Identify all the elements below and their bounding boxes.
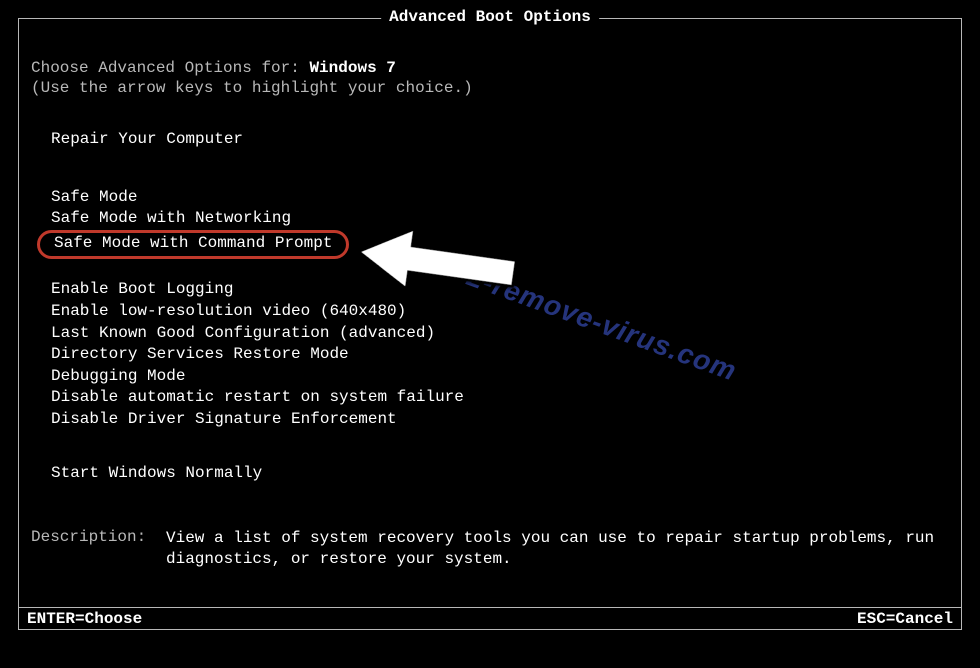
group-safemode: Safe Mode Safe Mode with Networking Safe…	[31, 187, 949, 260]
option-last-known-good[interactable]: Last Known Good Configuration (advanced)	[51, 323, 949, 345]
footer-bar: ENTER=Choose ESC=Cancel	[19, 607, 961, 630]
prompt-line: Choose Advanced Options for: Windows 7	[31, 59, 949, 77]
option-boot-logging[interactable]: Enable Boot Logging	[51, 279, 949, 301]
option-safe-mode-cmd[interactable]: Safe Mode with Command Prompt	[51, 230, 949, 260]
prompt-prefix: Choose Advanced Options for:	[31, 59, 309, 77]
option-safe-mode[interactable]: Safe Mode	[51, 187, 949, 209]
option-disable-restart[interactable]: Disable automatic restart on system fail…	[51, 387, 949, 409]
option-start-normally[interactable]: Start Windows Normally	[51, 463, 949, 485]
option-repair-computer[interactable]: Repair Your Computer	[51, 129, 949, 151]
option-safe-mode-networking[interactable]: Safe Mode with Networking	[51, 208, 949, 230]
option-ds-restore[interactable]: Directory Services Restore Mode	[51, 344, 949, 366]
group-repair: Repair Your Computer	[31, 129, 949, 151]
option-debug-mode[interactable]: Debugging Mode	[51, 366, 949, 388]
description-block: Description: View a list of system recov…	[31, 528, 949, 571]
arrow-hint: (Use the arrow keys to highlight your ch…	[31, 79, 949, 97]
description-text: View a list of system recovery tools you…	[166, 528, 949, 571]
footer-esc: ESC=Cancel	[857, 610, 953, 628]
highlighted-option[interactable]: Safe Mode with Command Prompt	[37, 230, 349, 260]
os-name: Windows 7	[309, 59, 395, 77]
content-area: Choose Advanced Options for: Windows 7 (…	[19, 19, 961, 484]
option-disable-driver-sig[interactable]: Disable Driver Signature Enforcement	[51, 409, 949, 431]
title-bar: Advanced Boot Options	[381, 8, 599, 26]
boot-menu-frame: Advanced Boot Options Choose Advanced Op…	[18, 18, 962, 630]
option-low-res[interactable]: Enable low-resolution video (640x480)	[51, 301, 949, 323]
footer-enter: ENTER=Choose	[27, 610, 142, 628]
description-label: Description:	[31, 528, 166, 571]
group-normal: Start Windows Normally	[31, 463, 949, 485]
group-advanced: Enable Boot Logging Enable low-resolutio…	[31, 279, 949, 430]
